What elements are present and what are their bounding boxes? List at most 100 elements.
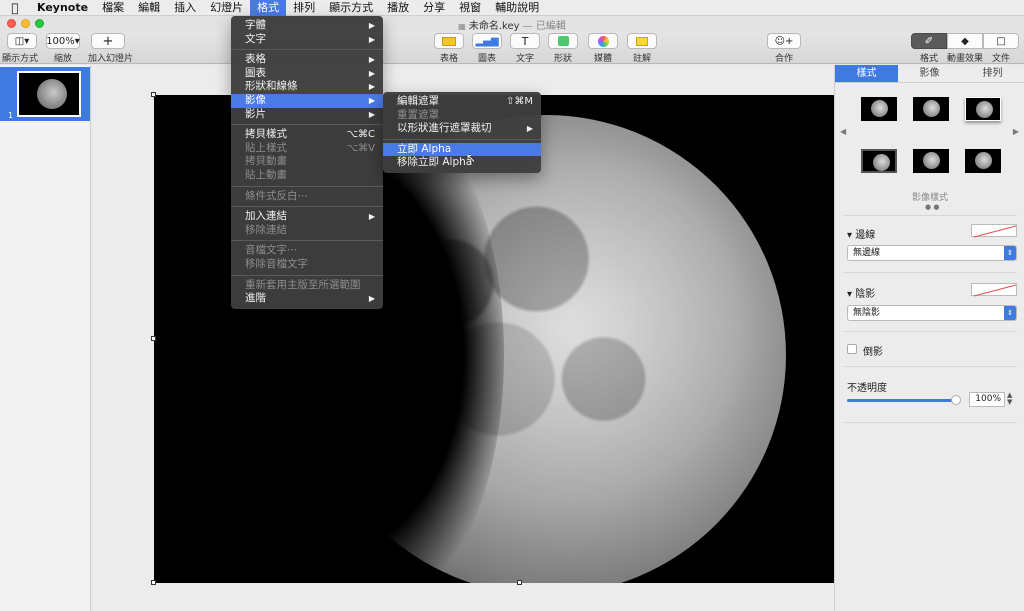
tab-arrange[interactable]: 排列: [961, 65, 1024, 82]
text-button[interactable]: T 文字: [508, 33, 542, 64]
format-menu-item[interactable]: 拷貝樣式 ⌥⌘C: [231, 128, 383, 142]
submenu-arrow-icon: ▶: [368, 212, 375, 222]
shape-label: 形狀: [553, 54, 572, 64]
animate-label: 動畫效果: [946, 54, 983, 64]
menu-insert[interactable]: 插入: [167, 0, 203, 16]
menu-slide[interactable]: 幻燈片: [203, 0, 250, 16]
document-title: ▦ 未命名.key — 已編輯: [0, 17, 1024, 32]
chart-button[interactable]: ▂▄▆ 圖表: [470, 33, 504, 64]
view-label: 顯示方式: [2, 54, 39, 64]
format-menu-item: 移除音檔文字: [231, 258, 383, 272]
format-menu-item-label: 進階: [245, 292, 266, 305]
chevron-updown-icon: ⇕: [1004, 306, 1016, 320]
image-submenu-item[interactable]: 以形狀進行遮罩裁切 ▶: [383, 122, 541, 136]
format-menu-item: 重新套用主版至所選範圍: [231, 279, 383, 293]
image-submenu-item[interactable]: 編輯遮罩 ⇧⌘M: [383, 95, 541, 109]
format-menu-item[interactable]: 進階 ▶: [231, 292, 383, 306]
zoom-label: 縮放: [53, 54, 72, 64]
image-submenu-item[interactable]: 立即 Alpha: [383, 142, 541, 157]
menu-window[interactable]: 視窗: [452, 0, 488, 16]
media-label: 媒體: [593, 54, 612, 64]
menu-play[interactable]: 播放: [380, 0, 416, 16]
format-menu-item[interactable]: 文字 ▶: [231, 33, 383, 47]
opacity-stepper[interactable]: ▲ ▼: [1007, 392, 1015, 407]
tab-image[interactable]: 影像: [898, 65, 961, 82]
menu-help[interactable]: 輔助說明: [488, 0, 546, 16]
format-menu-item-label: 影像: [245, 93, 266, 106]
opacity-slider-knob[interactable]: [951, 395, 961, 405]
shadow-style-select[interactable]: 無陰影 ⇕: [847, 305, 1017, 321]
styles-prev-icon[interactable]: ◀: [840, 127, 846, 136]
apple-menu-icon[interactable]: : [0, 1, 30, 15]
format-menu-item[interactable]: 字體 ▶: [231, 19, 383, 33]
reflection-checkbox[interactable]: [847, 344, 857, 354]
image-style-1[interactable]: [861, 97, 897, 121]
border-style-select[interactable]: 無邊線 ⇕: [847, 245, 1017, 261]
format-menu-item[interactable]: 表格 ▶: [231, 53, 383, 67]
format-menu-item[interactable]: 影片 ▶: [231, 108, 383, 122]
app-menu[interactable]: Keynote: [30, 0, 95, 16]
opacity-slider-track[interactable]: [847, 395, 961, 405]
comment-button[interactable]: 註解: [625, 33, 659, 64]
image-style-6[interactable]: [965, 149, 1001, 173]
menu-share[interactable]: 分享: [416, 0, 452, 16]
image-submenu: 編輯遮罩 ⇧⌘M 重置遮罩 以形狀進行遮罩裁切 ▶ 立即 Alpha 移除立即 Alpha: [383, 92, 541, 173]
slide-thumbnail-selected[interactable]: 1: [0, 67, 90, 121]
view-button[interactable]: ◫▾ 顯示方式: [2, 33, 38, 64]
slide-thumbnail-image: [17, 71, 81, 117]
menu-separator: [231, 185, 383, 187]
format-menu-item[interactable]: 圖表 ▶: [231, 67, 383, 81]
table-icon: [434, 33, 464, 49]
styles-next-icon[interactable]: ▶: [1013, 127, 1019, 136]
image-style-3[interactable]: [965, 97, 1001, 121]
divider: [843, 366, 1017, 367]
resize-handle-mid-left[interactable]: [151, 336, 156, 341]
zoom-button[interactable]: 100% ▾ 縮放: [46, 33, 80, 64]
add-slide-button[interactable]: + 加入幻燈片: [88, 33, 133, 64]
comment-icon: [627, 33, 657, 49]
menu-file[interactable]: 檔案: [95, 0, 131, 16]
image-style-5[interactable]: [913, 149, 949, 173]
image-submenu-item: 重置遮罩: [383, 109, 541, 123]
format-menu-item-label: 貼上動畫: [245, 168, 287, 181]
menu-edit[interactable]: 編輯: [131, 0, 167, 16]
plus-icon: +: [91, 33, 125, 49]
image-submenu-item-label: 重置遮罩: [397, 108, 439, 121]
menu-separator: [231, 274, 383, 276]
submenu-arrow-icon: ▶: [368, 34, 375, 44]
menu-view[interactable]: 顯示方式: [322, 0, 380, 16]
format-menu-item-label: 形狀和線條: [245, 80, 298, 93]
reflection-label: 倒影: [863, 347, 883, 358]
resize-handle-top-left[interactable]: [151, 92, 156, 97]
resize-handle-bottom-mid[interactable]: [517, 580, 522, 585]
menu-format[interactable]: 格式: [250, 0, 287, 16]
shape-button[interactable]: 形狀: [546, 33, 580, 64]
animate-inspector-button[interactable]: ◆ 動畫效果: [946, 33, 984, 64]
format-menu-item: 條件式反白⋯: [231, 190, 383, 204]
tab-style[interactable]: 樣式: [835, 65, 898, 82]
format-menu-item[interactable]: 加入連結 ▶: [231, 210, 383, 224]
format-menu-item[interactable]: 形狀和線條 ▶: [231, 80, 383, 94]
menu-arrange[interactable]: 排列: [286, 0, 322, 16]
opacity-value-field[interactable]: 100%: [969, 392, 1005, 407]
format-inspector-button[interactable]: ✐ 格式: [910, 33, 948, 64]
collaborate-icon: ☺+: [767, 33, 801, 49]
image-style-4[interactable]: [861, 149, 897, 173]
format-menu-item: 拷貝動畫: [231, 155, 383, 169]
document-inspector-button[interactable]: □ 文件: [982, 33, 1020, 64]
table-button[interactable]: 表格: [432, 33, 466, 64]
image-submenu-item[interactable]: 移除立即 Alpha: [383, 156, 541, 170]
format-menu-item[interactable]: 影像 ▶: [231, 93, 383, 108]
collaborate-button[interactable]: ☺+ 合作: [766, 33, 802, 64]
format-dropdown-menu: 字體 ▶ 文字 ▶ 表格 ▶ 圖表 ▶ 形狀和線條 ▶ 影像 ▶ 影片 ▶ 拷貝樣式 ⌥⌘C 貼上樣式 ⌥⌘V 拷貝…: [231, 16, 383, 309]
image-style-2[interactable]: [913, 97, 949, 121]
shadow-color-swatch[interactable]: [971, 283, 1017, 297]
media-button[interactable]: 媒體: [586, 33, 620, 64]
border-color-swatch[interactable]: [971, 224, 1017, 238]
inspector-tabs: 樣式 影像 排列: [835, 65, 1024, 83]
sidebar-icon: ◫▾: [7, 33, 37, 49]
divider: [843, 422, 1017, 423]
resize-handle-bottom-left[interactable]: [151, 580, 156, 585]
document-icon: □: [983, 33, 1019, 49]
keyboard-shortcut: ⌥⌘C: [346, 129, 375, 141]
